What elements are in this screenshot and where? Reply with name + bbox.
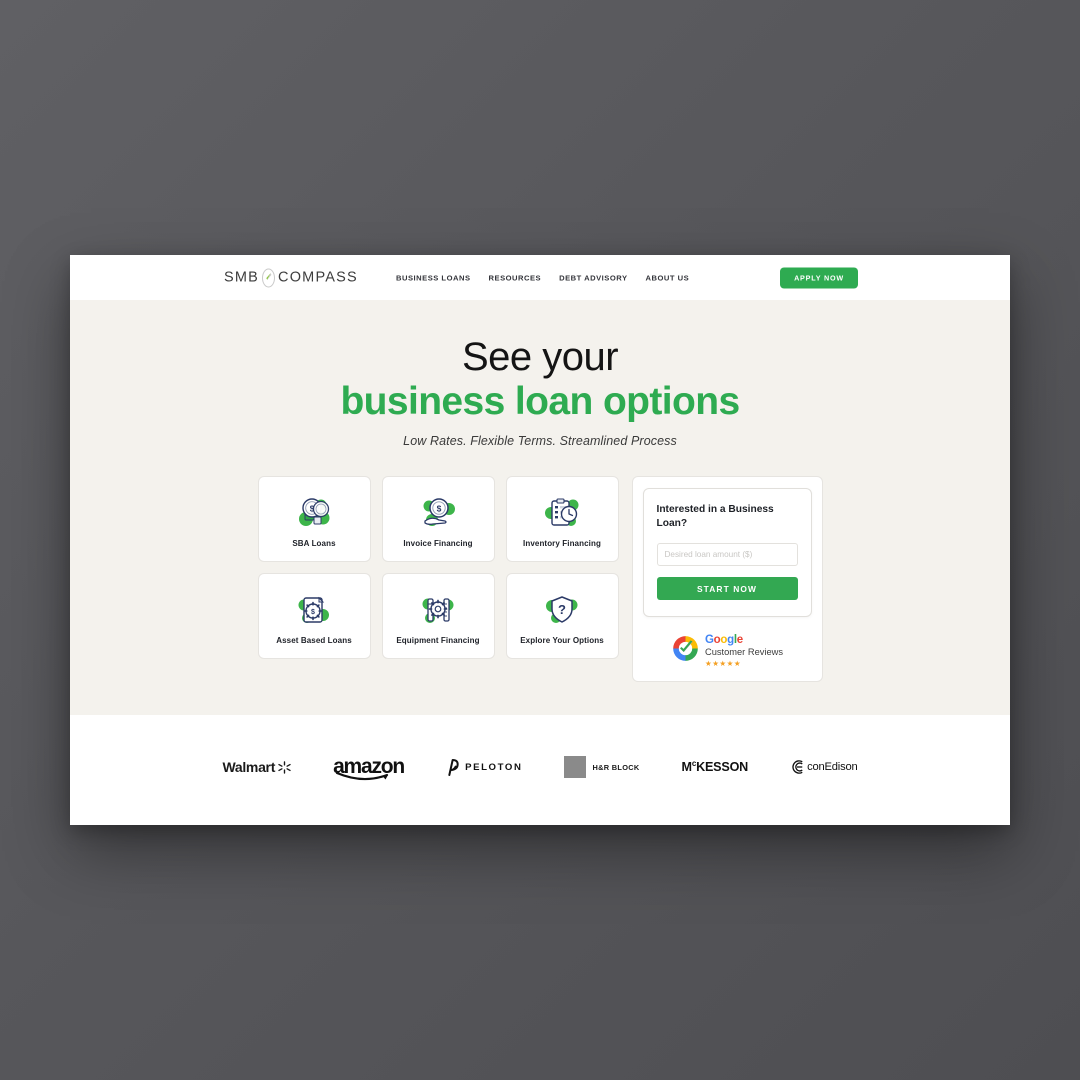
product-card-invoice-financing[interactable]: $ Invoice Financing (381, 475, 495, 562)
product-card-label: SBA Loans (292, 538, 336, 548)
client-logo-amazon: amazon (333, 756, 405, 781)
loan-amount-input[interactable] (656, 543, 798, 567)
lead-form-panel: Interested in a Business Loan? START NOW (631, 475, 823, 683)
client-logos-bar: Walmart amazon PELOTON H&R BLOCK McKESSO… (70, 715, 1010, 825)
google-check-icon (671, 634, 700, 668)
hero-body: $ SBA Loans $ Invoice Financing Inventor… (70, 475, 1010, 683)
client-logo-walmart: Walmart (222, 759, 291, 775)
mckesson-wordmark: McKESSON (681, 759, 749, 775)
product-card-asset-based-loans[interactable]: $ Asset Based Loans (257, 572, 371, 659)
logo-text-smb: SMB (224, 269, 260, 286)
hr-block-square-icon (564, 756, 587, 778)
clipboard-clock-icon (542, 494, 582, 532)
svg-text:?: ? (558, 602, 566, 617)
client-logo-conedison: conEdison (790, 759, 858, 775)
nav-item-debt-advisory[interactable]: DEBT ADVISORY (559, 273, 627, 282)
nav-item-resources[interactable]: RESOURCES (489, 273, 542, 282)
hr-block-wordmark: H&R BLOCK (592, 762, 640, 772)
product-card-inventory-financing[interactable]: Inventory Financing (505, 475, 619, 562)
shield-question-icon: ? (542, 591, 582, 629)
walmart-spark-icon (278, 760, 291, 774)
google-wordmark: Google (704, 633, 743, 646)
hero-title-line2: business loan options (340, 380, 740, 423)
product-card-label: Explore Your Options (520, 635, 604, 645)
peloton-wordmark: PELOTON (465, 761, 523, 773)
main-nav: BUSINESS LOANS RESOURCES DEBT ADVISORY A… (396, 273, 689, 282)
rating-stars: ★★★★★ (704, 659, 742, 669)
lead-form-title: Interested in a Business Loan? (656, 503, 774, 530)
product-card-sba-loans[interactable]: $ SBA Loans (257, 475, 371, 562)
nav-item-business-loans[interactable]: BUSINESS LOANS (396, 273, 471, 282)
coins-dollar-icon: $ (294, 494, 334, 532)
conedison-spiral-icon (792, 760, 803, 774)
hero-subtitle: Low Rates. Flexible Terms. Streamlined P… (403, 433, 677, 448)
logo-text-compass: COMPASS (278, 269, 358, 286)
product-card-label: Invoice Financing (403, 538, 473, 548)
site-logo[interactable]: SMB COMPASS (224, 268, 358, 287)
client-logo-peloton: PELOTON (446, 758, 523, 776)
walmart-wordmark: Walmart (222, 759, 276, 775)
svg-text:$: $ (437, 503, 442, 513)
product-card-label: Inventory Financing (523, 538, 601, 548)
product-card-explore-your-options[interactable]: ? Explore Your Options (505, 572, 619, 659)
product-card-equipment-financing[interactable]: Equipment Financing (381, 572, 495, 659)
hero-section: See your business loan options Low Rates… (70, 300, 1010, 715)
document-gear-dollar-icon: $ (294, 591, 334, 629)
product-card-label: Equipment Financing (396, 635, 480, 645)
lead-form-inner: Interested in a Business Loan? START NOW (642, 487, 812, 618)
apply-now-button[interactable]: APPLY NOW (780, 267, 858, 288)
conedison-wordmark: conEdison (807, 761, 858, 773)
nav-item-about-us[interactable]: ABOUT US (646, 273, 690, 282)
hand-coin-icon: $ (418, 494, 458, 532)
client-logo-hr-block: H&R BLOCK (564, 756, 639, 778)
product-card-label: Asset Based Loans (276, 635, 352, 645)
google-badge-text: Google Customer Reviews ★★★★★ (704, 633, 783, 669)
gear-tools-icon (418, 591, 458, 629)
product-cards-grid: $ SBA Loans $ Invoice Financing Inventor… (257, 475, 619, 659)
google-badge-subtitle: Customer Reviews (704, 647, 783, 658)
hero-title-line1: See your (461, 335, 619, 379)
start-now-button[interactable]: START NOW (656, 577, 798, 601)
client-logo-mckesson: McKESSON (682, 759, 749, 774)
peloton-p-icon (448, 758, 459, 776)
site-header: SMB COMPASS BUSINESS LOANS RESOURCES DEB… (70, 255, 1010, 300)
browser-page: SMB COMPASS BUSINESS LOANS RESOURCES DEB… (70, 255, 1010, 825)
amazon-smile-icon (335, 771, 389, 781)
svg-text:$: $ (311, 609, 315, 616)
google-customer-reviews-badge: Google Customer Reviews ★★★★★ (671, 634, 783, 668)
compass-icon (261, 268, 276, 287)
